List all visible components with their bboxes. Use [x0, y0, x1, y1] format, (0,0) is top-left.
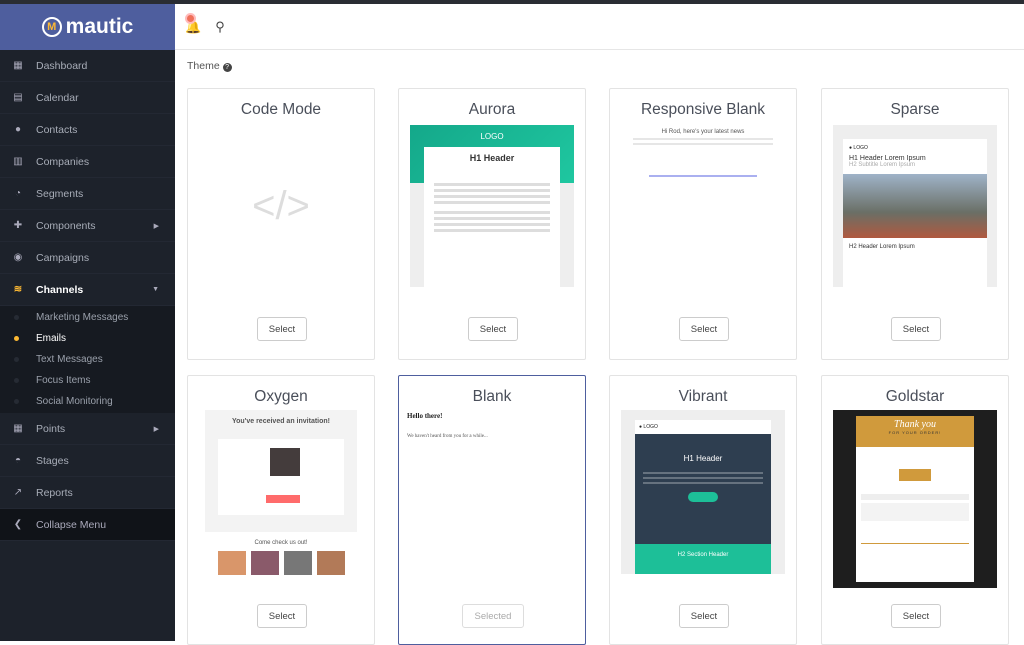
theme-card-goldstar[interactable]: Goldstar Thank you FOR YOUR ORDER! Selec…	[821, 375, 1009, 645]
select-button[interactable]: Select	[891, 317, 941, 341]
submenu-item-focus-items[interactable]: Focus Items	[0, 370, 175, 391]
select-button[interactable]: Select	[468, 317, 518, 341]
bullet-icon	[14, 315, 19, 320]
sidebar-item-points[interactable]: ▦ Points ▶	[0, 413, 175, 445]
sidebar: Mmautic ▦ Dashboard ▤ Calendar ● Contacts ▥ Com…	[0, 4, 175, 641]
submenu-label: Marketing Messages	[36, 312, 129, 323]
theme-label: Theme ?	[187, 60, 232, 72]
collapse-label: Collapse Menu	[36, 518, 107, 531]
sidebar-item-segments[interactable]: ◔ Segments	[0, 178, 175, 210]
theme-card-oxygen[interactable]: Oxygen You've received an invitation! Co…	[187, 375, 375, 645]
sidebar-item-label: Channels	[36, 283, 84, 296]
theme-preview: Hello there! We haven't heard from you f…	[407, 412, 488, 439]
notifications-bell-icon[interactable]: 🔔	[185, 12, 201, 35]
sidebar-item-label: Reports	[36, 486, 73, 499]
mautic-logo[interactable]: Mmautic	[0, 4, 175, 50]
sidebar-item-dashboard[interactable]: ▦ Dashboard	[0, 50, 175, 82]
line-chart-icon: ↗	[13, 487, 23, 498]
puzzle-icon: ✚	[13, 220, 23, 231]
notification-badge	[185, 12, 196, 24]
sidebar-item-label: Dashboard	[36, 59, 88, 72]
caret-right-icon: ▶	[153, 425, 159, 433]
sidebar-item-reports[interactable]: ↗ Reports	[0, 477, 175, 509]
sidebar-item-label: Calendar	[36, 91, 79, 104]
theme-preview: Hi Rod, here's your latest news	[621, 125, 785, 287]
channels-submenu: Marketing Messages Emails Text Messages Foc…	[0, 306, 175, 413]
theme-card-vibrant[interactable]: Vibrant ● LOGO H1 Header H2 Section Head…	[609, 375, 797, 645]
submenu-item-marketing-messages[interactable]: Marketing Messages	[0, 307, 175, 328]
sidebar-item-label: Stages	[36, 454, 69, 467]
pie-chart-icon: ◔	[14, 188, 22, 199]
sidebar-item-calendar[interactable]: ▤ Calendar	[0, 82, 175, 114]
submenu-item-emails[interactable]: Emails	[0, 328, 175, 349]
theme-preview: You've received an invitation! Come chec…	[199, 410, 363, 580]
sidebar-item-components[interactable]: ✚ Components ▶	[0, 210, 175, 242]
theme-name: Vibrant	[678, 388, 728, 405]
sidebar-item-label: Campaigns	[36, 251, 90, 264]
theme-card-aurora[interactable]: Aurora LOGO H1 Header Select	[398, 88, 586, 360]
theme-name: Oxygen	[254, 388, 308, 405]
search-icon[interactable]: ⚲	[215, 19, 225, 35]
theme-preview: ● LOGO H1 Header H2 Section Header	[621, 410, 785, 574]
theme-name: Code Mode	[240, 101, 322, 118]
top-header: 🔔 ⚲	[175, 4, 1024, 50]
theme-name: Aurora	[468, 101, 516, 118]
select-button[interactable]: Select	[891, 604, 941, 628]
bullet-icon	[14, 336, 19, 341]
submenu-label: Focus Items	[36, 375, 91, 386]
bullet-icon	[14, 378, 19, 383]
theme-card-responsive-blank[interactable]: Responsive Blank Hi Rod, here's your lat…	[609, 88, 797, 360]
chevron-left-icon: ❮	[13, 519, 23, 530]
logo-text: mautic	[65, 15, 134, 38]
submenu-label: Social Monitoring	[36, 396, 113, 407]
selected-button: Selected	[462, 604, 524, 628]
submenu-label: Text Messages	[36, 354, 103, 365]
sidebar-item-stages[interactable]: ◓ Stages	[0, 445, 175, 477]
select-button[interactable]: Select	[257, 604, 307, 628]
select-button[interactable]: Select	[257, 317, 307, 341]
sidebar-item-label: Contacts	[36, 123, 78, 136]
theme-card-blank[interactable]: Blank Hello there! We haven't heard from…	[398, 375, 586, 645]
caret-right-icon: ▶	[153, 222, 159, 230]
user-icon: ●	[14, 124, 22, 135]
code-icon: </>	[252, 183, 310, 228]
calculator-icon: ▦	[13, 423, 23, 434]
sidebar-item-label: Companies	[36, 155, 90, 168]
submenu-item-social-monitoring[interactable]: Social Monitoring	[0, 391, 175, 412]
sidebar-item-campaigns[interactable]: ◉ Campaigns	[0, 242, 175, 274]
theme-selection-area: Theme ? Code Mode </> Select Aurora LOGO…	[175, 50, 1024, 645]
sidebar-item-contacts[interactable]: ● Contacts	[0, 114, 175, 146]
gauge-icon: ◓	[14, 455, 22, 466]
select-button[interactable]: Select	[679, 604, 729, 628]
theme-preview: LOGO H1 Header	[410, 125, 574, 287]
theme-card-sparse[interactable]: Sparse ● LOGO H1 Header Lorem Ipsum H2 S…	[821, 88, 1009, 360]
submenu-label: Emails	[36, 333, 67, 344]
sidebar-item-label: Segments	[36, 187, 84, 200]
theme-name: Blank	[472, 388, 512, 405]
bullet-icon	[14, 357, 19, 362]
submenu-item-text-messages[interactable]: Text Messages	[0, 349, 175, 370]
caret-down-icon: ▼	[152, 286, 159, 293]
sidebar-item-label: Components	[36, 219, 96, 232]
help-icon[interactable]: ?	[222, 63, 232, 72]
bullet-icon	[14, 399, 19, 404]
theme-preview: Thank you FOR YOUR ORDER!	[833, 410, 997, 588]
logo-mark-icon: M	[41, 17, 62, 37]
theme-name: Responsive Blank	[640, 101, 766, 118]
calendar-icon: ▤	[13, 92, 23, 103]
sidebar-item-channels[interactable]: ≋ Channels ▼	[0, 274, 175, 306]
theme-preview: ● LOGO H1 Header Lorem Ipsum H2 Subtitle…	[833, 125, 997, 287]
sidebar-item-label: Points	[36, 422, 66, 435]
rss-icon: ≋	[13, 284, 23, 295]
building-icon: ▥	[13, 156, 23, 167]
clock-icon: ◉	[13, 252, 23, 263]
select-button[interactable]: Select	[679, 317, 729, 341]
collapse-menu-button[interactable]: ❮ Collapse Menu	[0, 509, 175, 541]
theme-card-code-mode[interactable]: Code Mode </> Select	[187, 88, 375, 360]
theme-name: Sparse	[890, 101, 940, 118]
grid-icon: ▦	[13, 60, 23, 71]
theme-name: Goldstar	[885, 388, 945, 405]
sidebar-item-companies[interactable]: ▥ Companies	[0, 146, 175, 178]
